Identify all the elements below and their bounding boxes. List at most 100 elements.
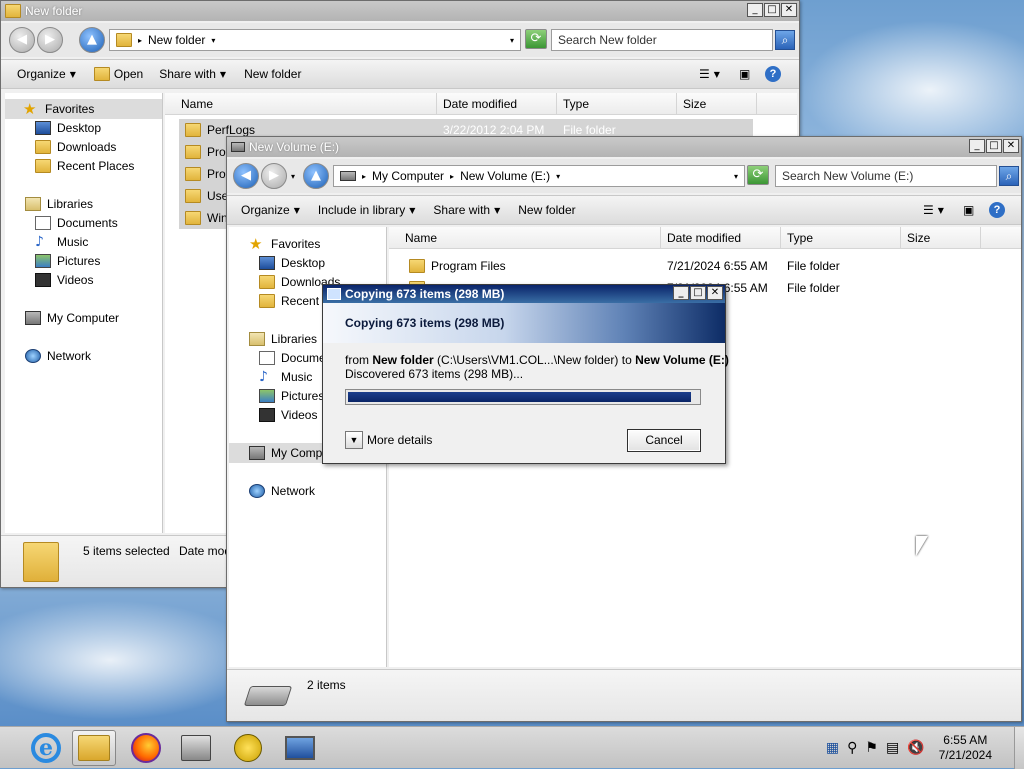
server-manager-icon[interactable] <box>174 730 218 766</box>
preview-pane-icon[interactable]: ▣ <box>963 203 974 217</box>
view-options-icon[interactable]: ☰ ▼ <box>699 67 720 81</box>
column-type[interactable]: Type <box>781 227 901 248</box>
address-bar[interactable]: ▸ New folder ▾ ▾ <box>109 29 521 51</box>
column-name[interactable]: Name <box>389 227 661 248</box>
chevron-down-icon[interactable]: ▾ <box>211 36 215 45</box>
nav-recent-places[interactable]: Recent Places <box>35 159 134 173</box>
back-button[interactable]: ◀ <box>9 27 35 53</box>
column-size[interactable]: Size <box>901 227 981 248</box>
share-with-menu[interactable]: Share with ▼ <box>159 67 226 81</box>
nav-pictures[interactable]: Pictures <box>259 389 324 403</box>
nav-libraries[interactable]: Libraries <box>25 197 93 211</box>
copy-progress-dialog[interactable]: Copying 673 items (298 MB) _ □ ✕ Copying… <box>322 284 729 464</box>
network-tray-icon[interactable]: ▤ <box>886 740 899 756</box>
chevron-right-icon[interactable]: ▸ <box>138 36 142 45</box>
search-icon[interactable]: ⌕ <box>999 166 1019 186</box>
refresh-button[interactable]: ⟳ <box>525 29 547 49</box>
chevron-right-icon[interactable]: ▸ <box>362 172 366 181</box>
column-date-modified[interactable]: Date modified <box>437 93 557 114</box>
close-button[interactable]: ✕ <box>1003 139 1019 153</box>
title-bar[interactable]: New Volume (E:) _ □ ✕ <box>227 137 1021 157</box>
maximize-button[interactable]: □ <box>690 286 706 300</box>
help-icon[interactable]: ? <box>765 66 781 82</box>
up-button[interactable]: ▲ <box>79 27 105 53</box>
nav-network[interactable]: Network <box>249 484 315 498</box>
back-button[interactable]: ◀ <box>233 163 259 189</box>
column-date-modified[interactable]: Date modified <box>661 227 781 248</box>
chevron-down-icon[interactable]: ▾ <box>556 172 560 181</box>
nav-libraries[interactable]: Libraries <box>249 332 317 346</box>
address-bar[interactable]: ▸ My Computer ▸ New Volume (E:) ▾ ▾ <box>333 165 745 187</box>
volume-muted-icon[interactable]: 🔇 <box>907 740 924 756</box>
table-row[interactable]: Users <box>179 185 229 207</box>
preview-pane-icon[interactable]: ▣ <box>739 67 750 81</box>
nav-music[interactable]: ♪ Music <box>35 235 88 249</box>
search-input[interactable]: Search New folder <box>551 29 773 51</box>
recent-pages-icon[interactable]: ▾ <box>291 172 295 181</box>
address-dropdown-icon[interactable]: ▾ <box>734 172 738 181</box>
nav-favorites[interactable]: ★ Favorites <box>249 237 320 252</box>
column-size[interactable]: Size <box>677 93 757 114</box>
action-center-icon[interactable]: ▦ <box>826 740 839 756</box>
maximize-button[interactable]: □ <box>764 3 780 17</box>
table-row[interactable]: Progr <box>179 163 229 185</box>
navigation-pane[interactable]: ★ Favorites Desktop Downloads Recent Plac… <box>5 93 163 533</box>
table-row[interactable]: Progr <box>179 141 229 163</box>
view-options-icon[interactable]: ☰ ▼ <box>923 203 944 217</box>
breadcrumb-item[interactable]: My Computer <box>372 169 444 183</box>
flag-icon[interactable]: ⚑ <box>865 740 878 756</box>
column-name[interactable]: Name <box>165 93 437 114</box>
open-button[interactable]: Open <box>93 67 143 81</box>
table-row[interactable]: Program Files 7/21/2024 6:55 AM File fol… <box>403 255 1021 277</box>
new-folder-button[interactable]: New folder <box>244 67 301 81</box>
nav-my-computer[interactable]: My Computer <box>25 311 119 325</box>
address-dropdown-icon[interactable]: ▾ <box>510 36 514 45</box>
nav-music[interactable]: ♪ Music <box>259 370 312 384</box>
close-button[interactable]: ✕ <box>781 3 797 17</box>
forward-button[interactable]: ▶ <box>37 27 63 53</box>
input-method-icon[interactable]: ⚲ <box>847 740 857 756</box>
minimize-button[interactable]: _ <box>673 286 689 300</box>
breadcrumb-item[interactable]: New folder <box>148 33 205 47</box>
nav-favorites[interactable]: ★ Favorites <box>5 99 162 119</box>
search-icon[interactable]: ⌕ <box>775 30 795 50</box>
nav-videos[interactable]: Videos <box>259 408 317 422</box>
nav-desktop[interactable]: Desktop <box>259 256 325 270</box>
new-folder-button[interactable]: New folder <box>518 203 575 217</box>
include-in-library-menu[interactable]: Include in library ▼ <box>318 203 416 217</box>
nav-videos[interactable]: Videos <box>35 273 93 287</box>
more-details-label[interactable]: More details <box>367 433 432 447</box>
chevron-right-icon[interactable]: ▸ <box>450 172 454 181</box>
windows-explorer-icon[interactable] <box>72 730 116 766</box>
expand-arrow-icon[interactable]: ▼ <box>345 431 363 449</box>
table-row[interactable]: Windc <box>179 207 229 229</box>
up-button[interactable]: ▲ <box>303 163 330 189</box>
nav-documents[interactable]: Documents <box>35 216 118 230</box>
nav-desktop[interactable]: Desktop <box>35 121 101 135</box>
help-icon[interactable]: ? <box>989 202 1005 218</box>
minimize-button[interactable]: _ <box>969 139 985 153</box>
organize-menu[interactable]: Organize ▼ <box>17 67 76 81</box>
internet-explorer-icon[interactable]: e <box>24 730 68 766</box>
nav-downloads[interactable]: Downloads <box>35 140 116 154</box>
cancel-button[interactable]: Cancel <box>627 429 701 452</box>
search-input[interactable]: Search New Volume (E:) <box>775 165 997 187</box>
organize-menu[interactable]: Organize ▼ <box>241 203 300 217</box>
firefox-icon[interactable] <box>124 730 168 766</box>
show-desktop-button[interactable] <box>1014 727 1024 769</box>
forward-button[interactable]: ▶ <box>261 163 287 189</box>
refresh-button[interactable]: ⟳ <box>747 165 769 185</box>
share-with-menu[interactable]: Share with ▼ <box>433 203 500 217</box>
nav-pictures[interactable]: Pictures <box>35 254 100 268</box>
clock[interactable]: 6:55 AM 7/21/2024 <box>939 733 992 763</box>
breadcrumb-item[interactable]: New Volume (E:) <box>460 169 550 183</box>
maximize-button[interactable]: □ <box>986 139 1002 153</box>
more-details-toggle[interactable]: ▼ More details <box>345 431 432 449</box>
close-button[interactable]: ✕ <box>707 286 723 300</box>
nav-network[interactable]: Network <box>25 349 91 363</box>
remote-desktop-icon[interactable] <box>278 730 322 766</box>
title-bar[interactable]: New folder _ □ ✕ <box>1 1 799 21</box>
minimize-button[interactable]: _ <box>747 3 763 17</box>
dialog-title-bar[interactable]: Copying 673 items (298 MB) _ □ ✕ <box>323 285 725 303</box>
tool-icon[interactable] <box>226 730 270 766</box>
